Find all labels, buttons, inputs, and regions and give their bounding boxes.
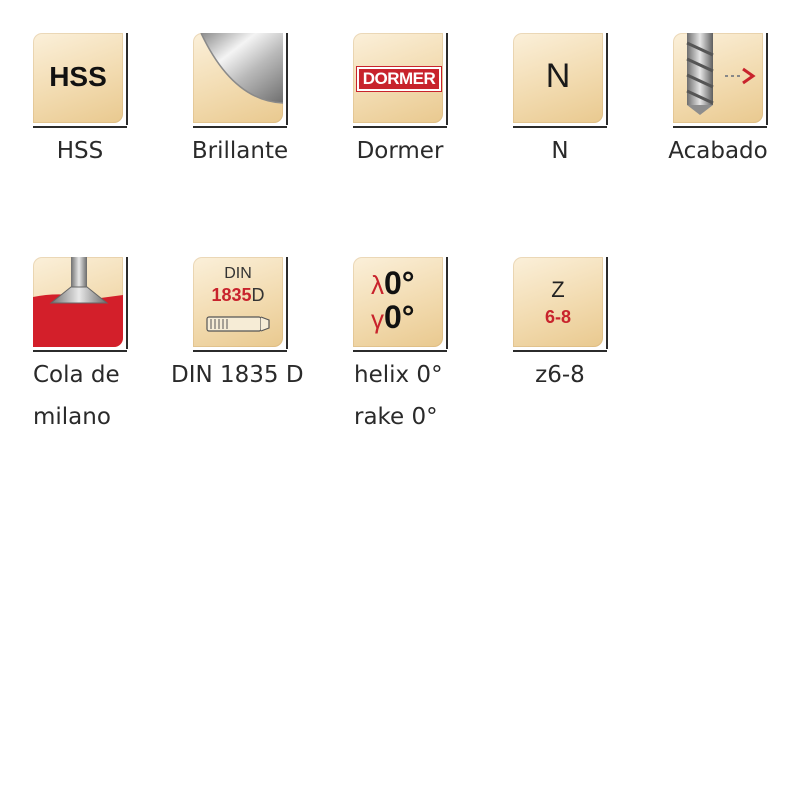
hss-label: HSS: [56, 138, 104, 164]
flute-count-icon: Z 6-8: [513, 257, 603, 347]
bright-finish-icon: [193, 33, 283, 123]
hss-icon-text: HSS: [49, 61, 107, 92]
z-icon-text: Z: [551, 277, 565, 302]
din-label: DIN 1835 D: [171, 362, 304, 388]
helix-rake-angle-icon: λ0° γ0°: [353, 257, 443, 347]
din-tile: DIN 1835D: [193, 257, 288, 352]
n-tile: N: [513, 33, 608, 128]
n-icon-text: N: [545, 57, 571, 95]
acabado-tile: [673, 33, 768, 128]
dormer-logo-text: DORMER: [357, 67, 441, 91]
n-label: N: [551, 138, 569, 164]
type-n-icon: N: [513, 33, 603, 123]
dormer-brand-icon: DORMER: [353, 33, 443, 123]
brillante-tile: [193, 33, 288, 128]
finishing-cutter-icon: [673, 33, 763, 123]
dormer-tile: DORMER: [353, 33, 448, 128]
helix-angle-row: λ0°: [371, 265, 415, 301]
z-icon-range: 6-8: [544, 307, 571, 327]
rake-angle-row: γ0°: [371, 299, 415, 335]
dormer-label: Dormer: [356, 138, 444, 164]
cola-tile: [33, 257, 128, 352]
z-tile: Z 6-8: [513, 257, 608, 352]
cola-label-line1: Cola de: [33, 362, 120, 388]
cola-label-line2: milano: [33, 404, 111, 430]
angles-tile: λ0° γ0°: [353, 257, 448, 352]
z-label: z6-8: [535, 362, 585, 388]
dovetail-cutter-icon: [33, 257, 123, 347]
rake-label: rake 0°: [354, 404, 438, 430]
hss-tile: HSS: [33, 33, 128, 128]
hss-material-icon: HSS: [33, 33, 123, 123]
brillante-label: Brillante: [191, 138, 289, 164]
acabado-label: Acabado: [668, 138, 768, 164]
helix-label: helix 0°: [354, 362, 443, 388]
din-standard-icon: DIN 1835D: [193, 257, 283, 347]
